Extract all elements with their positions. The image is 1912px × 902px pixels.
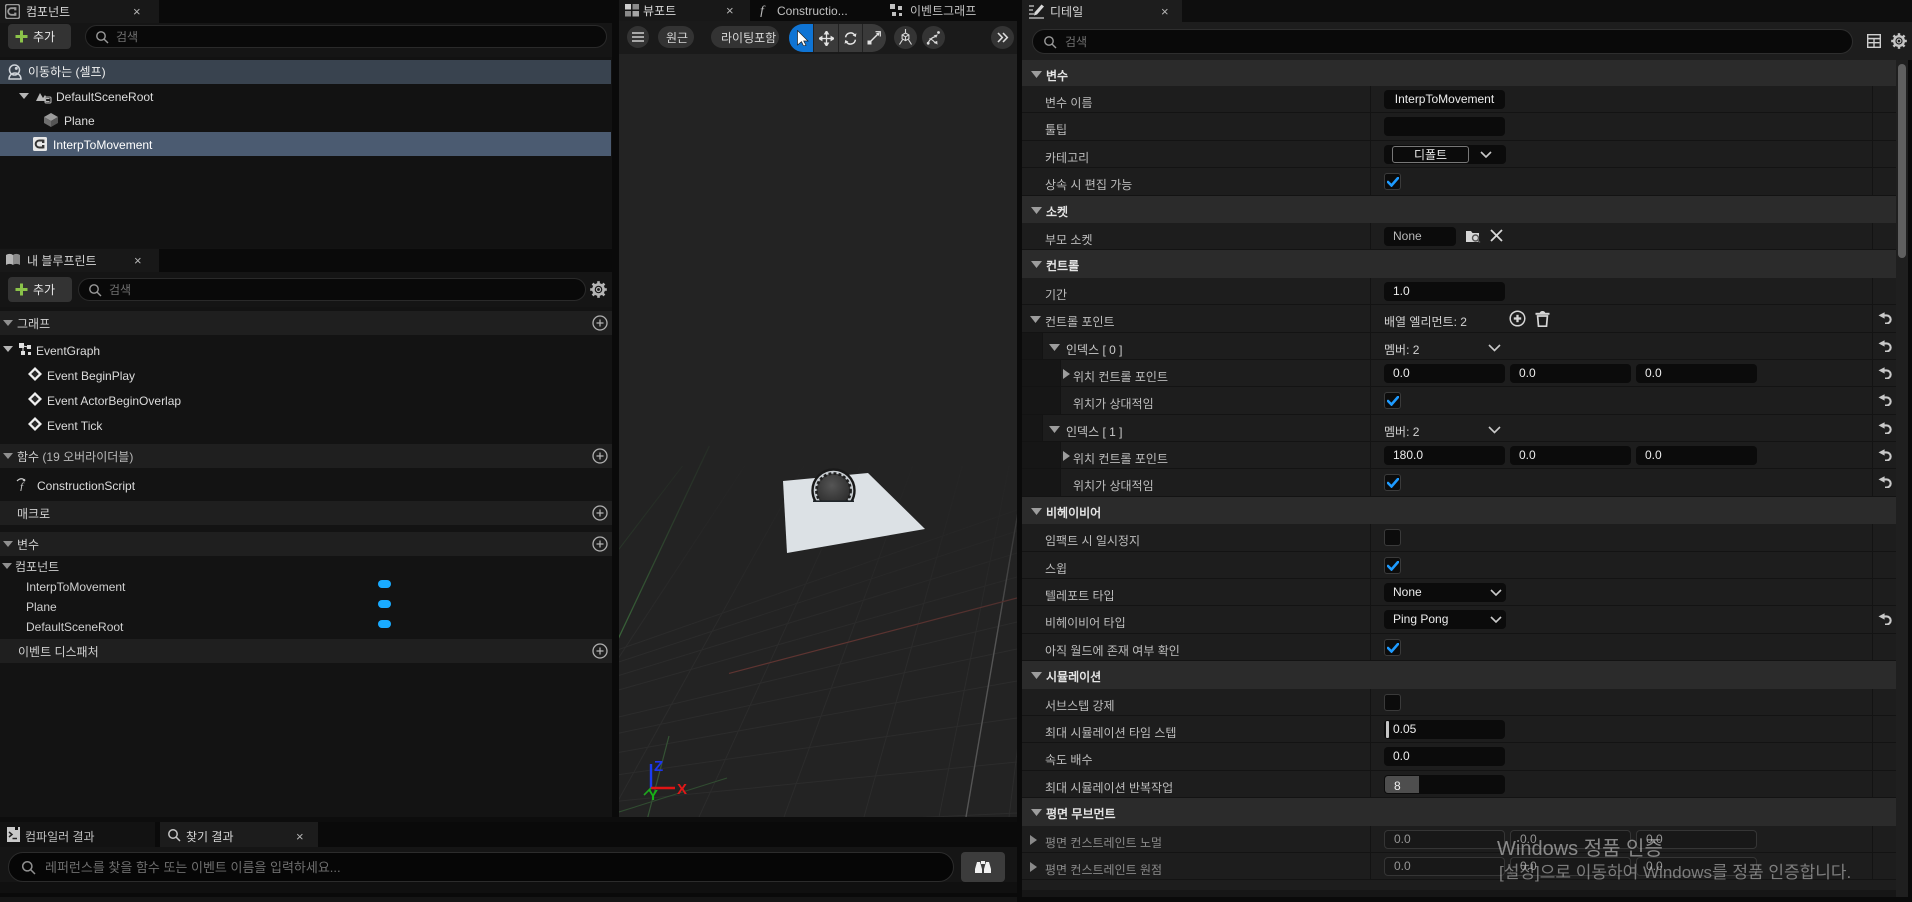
svg-text:f: f [760,4,766,17]
svg-text:X: X [677,781,687,798]
svg-text:Z: Z [654,758,663,775]
svg-text:f: f [20,481,25,491]
svg-text:Y: Y [648,787,658,804]
